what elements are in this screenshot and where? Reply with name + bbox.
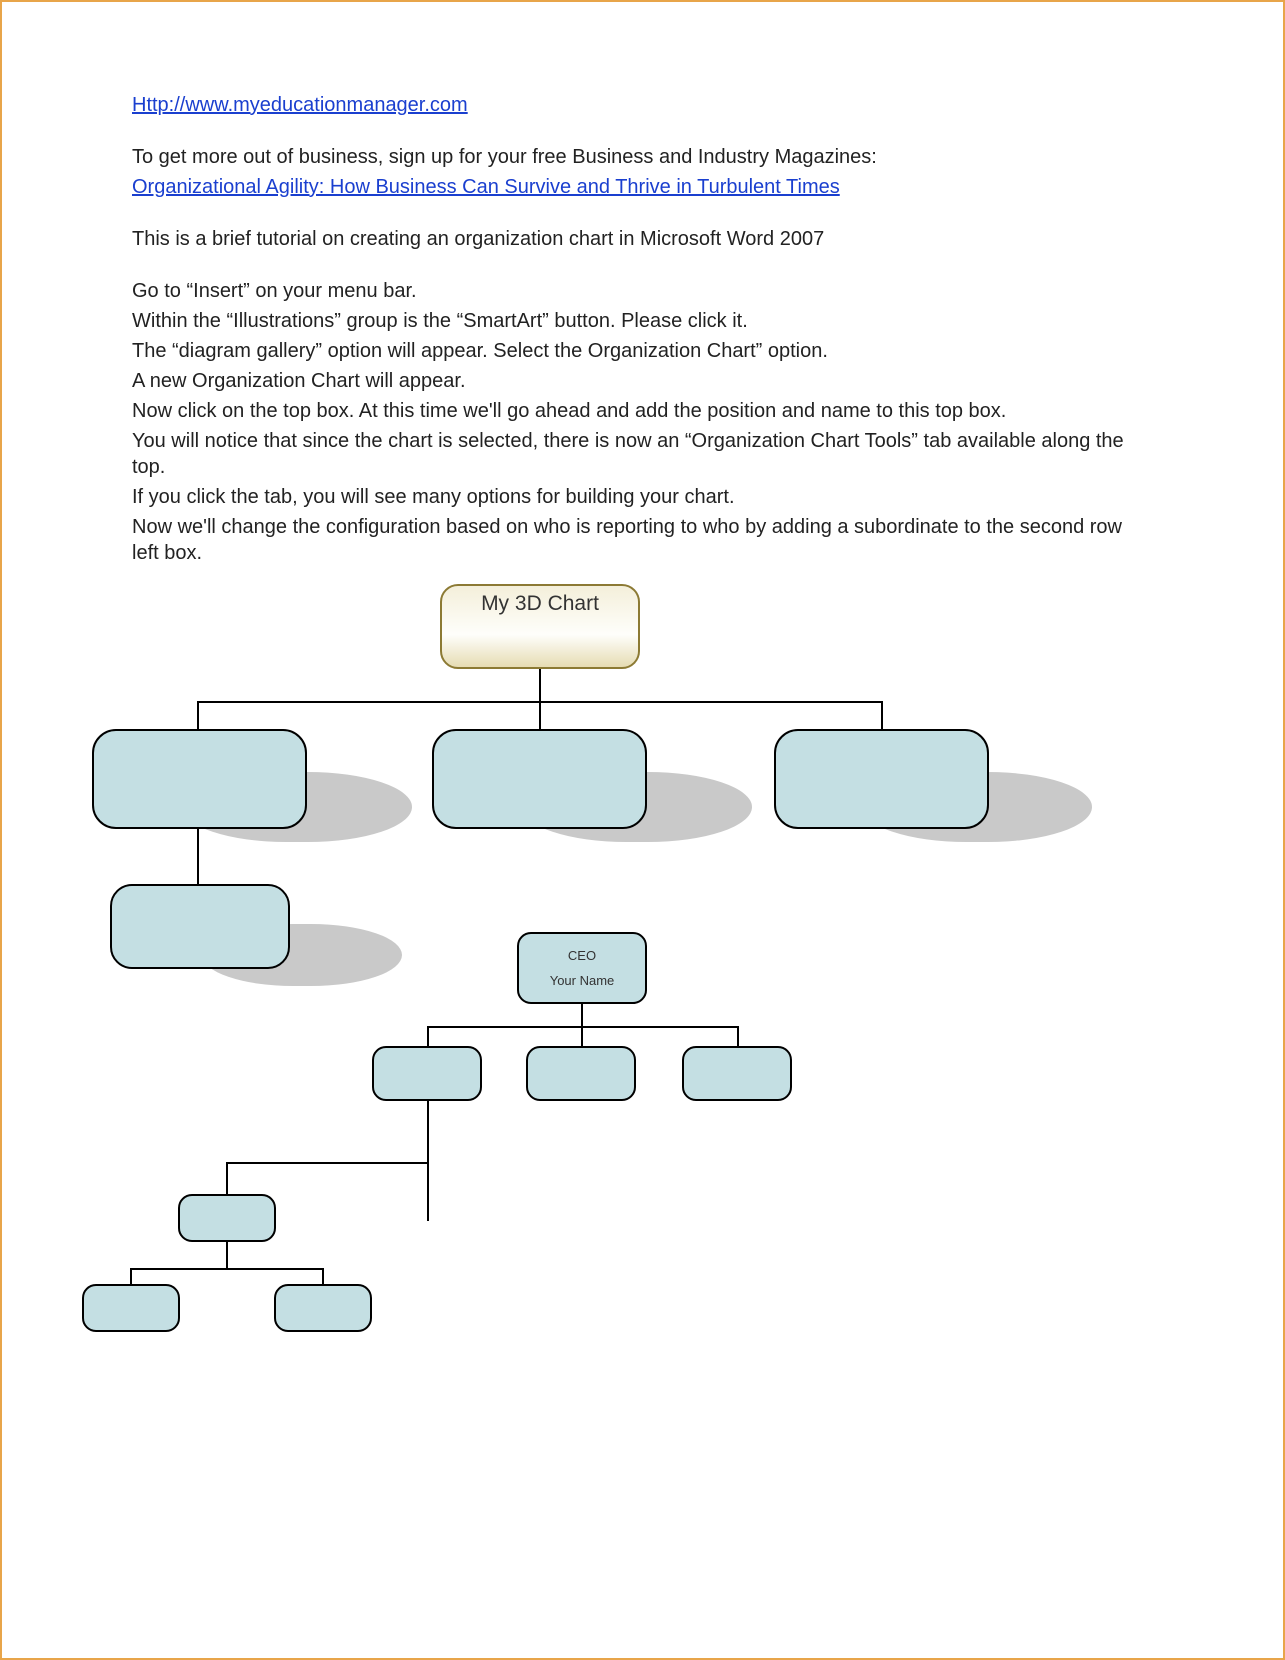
header-url-link[interactable]: Http://www.myeducationmanager.com <box>132 94 468 116</box>
chart2-connector-sub-h <box>226 1162 429 1164</box>
chart2-connector-sub-v2 <box>226 1162 228 1196</box>
step-7: If you click the tab, you will see many … <box>132 484 1153 510</box>
step-2: Within the “Illustrations” group is the … <box>132 308 1153 334</box>
chart1-sub-box <box>110 884 290 969</box>
chart2-root-box: CEO Your Name <box>517 932 647 1004</box>
promo-link[interactable]: Organizational Agility: How Business Can… <box>132 176 840 198</box>
chart2-child-box-1 <box>372 1046 482 1101</box>
chart1-connector <box>539 669 541 701</box>
intro-text: This is a brief tutorial on creating an … <box>132 226 1153 252</box>
step-4: A new Organization Chart will appear. <box>132 368 1153 394</box>
chart2-leaf-box-2 <box>274 1284 372 1332</box>
chart2-sub-box <box>178 1194 276 1242</box>
chart2-connector-v3 <box>737 1026 739 1046</box>
chart1-connector-v1 <box>197 701 199 729</box>
step-3: The “diagram gallery” option will appear… <box>132 338 1153 364</box>
chart2-connector-v2 <box>581 1026 583 1046</box>
chart1-child-box-2 <box>432 729 647 829</box>
chart2-root-title: CEO <box>519 948 645 963</box>
step-1: Go to “Insert” on your menu bar. <box>132 278 1153 304</box>
chart1-root-label: My 3D Chart <box>481 592 599 616</box>
chart1-child-box-1 <box>92 729 307 829</box>
chart2-child-box-3 <box>682 1046 792 1101</box>
header-url-line: Http://www.myeducationmanager.com <box>132 92 1153 118</box>
step-6: You will notice that since the chart is … <box>132 428 1153 480</box>
chart2-connector-v1 <box>427 1026 429 1046</box>
chart2-root-name: Your Name <box>519 973 645 988</box>
chart2-connector-r4-h <box>130 1268 322 1270</box>
promo-link-line: Organizational Agility: How Business Can… <box>132 174 1153 200</box>
promo-text: To get more out of business, sign up for… <box>132 144 1153 170</box>
step-8: Now we'll change the configuration based… <box>132 514 1153 566</box>
document-page: Http://www.myeducationmanager.com To get… <box>32 32 1253 1628</box>
chart2-leaf-box-1 <box>82 1284 180 1332</box>
org-chart-2: CEO Your Name <box>82 932 882 1352</box>
chart2-connector <box>581 1004 583 1026</box>
chart1-connector-v2 <box>539 701 541 729</box>
chart1-connector-v3 <box>881 701 883 729</box>
chart2-connector-sub-v <box>427 1101 429 1221</box>
chart2-connector-r4-v <box>226 1242 228 1268</box>
chart1-child-box-3 <box>774 729 989 829</box>
document-frame: Http://www.myeducationmanager.com To get… <box>0 0 1285 1660</box>
chart1-root-box: My 3D Chart <box>440 584 640 669</box>
chart2-child-box-2 <box>526 1046 636 1101</box>
step-5: Now click on the top box. At this time w… <box>132 398 1153 424</box>
